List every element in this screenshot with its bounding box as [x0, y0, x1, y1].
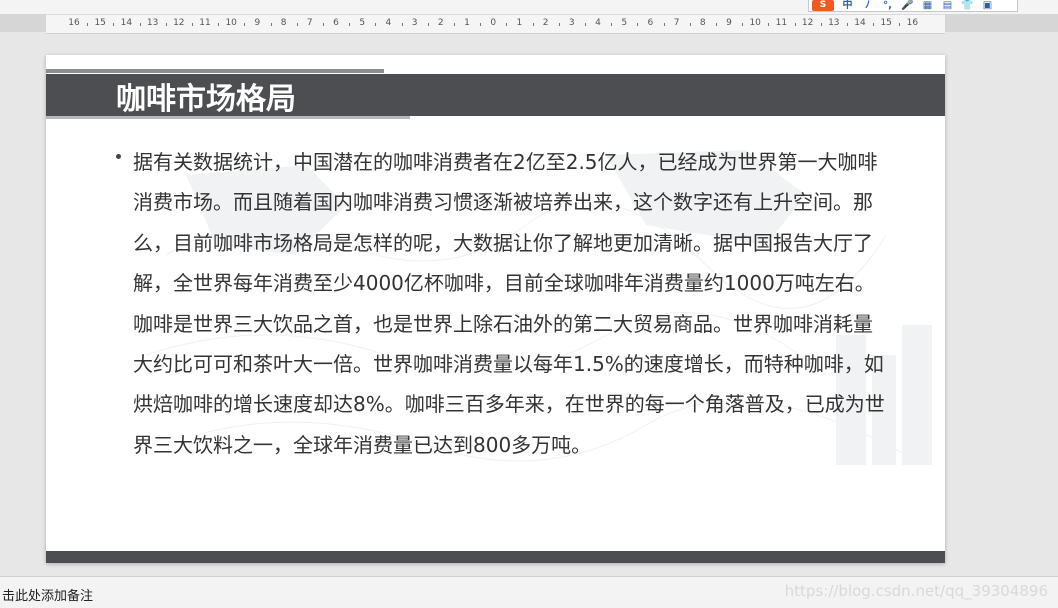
ruler-number: 2 — [437, 18, 444, 28]
ruler-tick — [244, 23, 246, 26]
title-accent-line — [46, 69, 384, 73]
ruler-tick — [637, 23, 639, 26]
ruler-number: 8 — [699, 18, 706, 28]
ruler-number: 14 — [854, 18, 866, 28]
ruler-tick — [165, 23, 167, 26]
ruler-number: 10 — [225, 18, 237, 28]
ruler-number: 15 — [880, 18, 892, 28]
ruler-tick — [611, 23, 613, 26]
slide-title[interactable]: 咖啡市场格局 — [116, 74, 296, 117]
bullet-point-icon — [116, 154, 121, 159]
ruler-tick — [768, 23, 770, 26]
horizontal-ruler[interactable]: 16 15 14 13 12 11 10 9 8 7 6 5 4 3 2 1 0 1 2 3 4 5 6 7 8 9 10 11 12 1… — [46, 14, 945, 34]
slide-canvas[interactable]: 咖啡市场格局 据有关数据统计，中国潜在的咖啡消费者在2亿至2.5亿人，已经成为世… — [46, 55, 945, 563]
ruler-number: 1 — [516, 18, 523, 28]
ruler-right-margin — [945, 14, 1058, 32]
ruler-number: 8 — [280, 18, 287, 28]
ruler-number: 10 — [749, 18, 761, 28]
ruler-tick — [689, 23, 691, 26]
ime-language-toggle[interactable]: 中 — [841, 0, 854, 11]
ruler-tick — [113, 23, 115, 26]
ruler-number: 11 — [199, 18, 211, 28]
ruler-tick — [532, 23, 534, 26]
ruler-number: 16 — [906, 18, 919, 28]
ruler-number: 2 — [542, 18, 549, 28]
ruler-number: 5 — [359, 18, 366, 28]
ruler-number: 6 — [647, 18, 654, 28]
ruler-tick — [453, 23, 455, 26]
ruler-number: 12 — [173, 18, 185, 28]
ruler-tick — [322, 23, 324, 26]
ime-skin-icon[interactable]: 👕 — [961, 0, 974, 11]
ruler-number: 7 — [306, 18, 313, 28]
ruler-tick — [401, 23, 403, 26]
ruler-tick — [139, 23, 141, 26]
ime-punctuation-icon[interactable]: °, — [881, 0, 894, 11]
notes-pane[interactable]: 击此处添加备注 https://blog.csdn.net/qq_3930489… — [0, 576, 1058, 608]
ime-menu-icon[interactable]: ▣ — [981, 0, 994, 11]
ruler-track: 16 15 14 13 12 11 10 9 8 7 6 5 4 3 2 1 0 1 2 3 4 5 6 7 8 9 10 11 12 1… — [46, 15, 945, 33]
ruler-tick — [191, 23, 193, 26]
ruler-tick — [820, 23, 822, 26]
ruler-number: 6 — [333, 18, 339, 28]
ruler-number: 3 — [411, 18, 418, 28]
ruler-number: 9 — [254, 18, 261, 28]
ruler-tick — [375, 23, 377, 26]
ruler-number: 15 — [94, 18, 106, 28]
ime-toolbox-icon[interactable]: ▤ — [941, 0, 954, 11]
ruler-number: 14 — [120, 18, 133, 28]
ruler-number: 13 — [828, 18, 840, 28]
ruler-tick — [349, 23, 351, 26]
ruler-number: 9 — [726, 18, 732, 28]
ruler-tick — [899, 23, 901, 26]
ruler-tick — [270, 23, 272, 26]
ruler-number: 5 — [621, 18, 628, 28]
ruler-number: 4 — [595, 18, 601, 28]
ruler-tick — [296, 23, 298, 26]
notes-placeholder[interactable]: 击此处添加备注 — [2, 585, 93, 604]
ruler-tick — [558, 23, 560, 26]
ruler-tick — [663, 23, 665, 26]
ruler-tick — [427, 23, 429, 26]
ruler-tick — [480, 23, 482, 26]
ime-toolbar[interactable]: S 中 ﾉ °, 🎤 ▦ ▤ 👕 ▣ — [808, 0, 1018, 12]
ime-microphone-icon[interactable]: 🎤 — [901, 0, 914, 11]
ruler-tick — [846, 23, 848, 26]
ruler-tick — [87, 23, 89, 26]
slide-footer-bar — [46, 551, 945, 563]
ruler-tick — [584, 23, 586, 26]
watermark: https://blog.csdn.net/qq_39304896 — [784, 582, 1048, 600]
sogou-logo-icon[interactable]: S — [812, 0, 834, 11]
ruler-number: 12 — [801, 18, 814, 28]
ruler-number: 4 — [385, 18, 392, 28]
ruler-number: 1 — [464, 18, 470, 28]
ruler-tick — [218, 23, 220, 26]
ruler-left-margin — [0, 14, 46, 32]
ruler-number: 3 — [568, 18, 575, 28]
ruler-tick — [715, 23, 717, 26]
slide-body-text[interactable]: 据有关数据统计，中国潜在的咖啡消费者在2亿至2.5亿人，已经成为世界第一大咖啡消… — [133, 142, 885, 465]
ruler-number: 0 — [490, 18, 497, 28]
ruler-tick — [742, 23, 744, 26]
ruler-tick — [873, 23, 875, 26]
ime-keyboard-icon[interactable]: ▦ — [921, 0, 934, 11]
ruler-number: 16 — [68, 18, 80, 28]
ruler-tick — [506, 23, 508, 26]
ruler-number: 13 — [146, 18, 159, 28]
ime-moon-icon[interactable]: ﾉ — [861, 0, 874, 11]
ruler-tick — [794, 23, 796, 26]
ruler-number: 7 — [673, 18, 680, 28]
ruler-number: 11 — [775, 18, 788, 28]
